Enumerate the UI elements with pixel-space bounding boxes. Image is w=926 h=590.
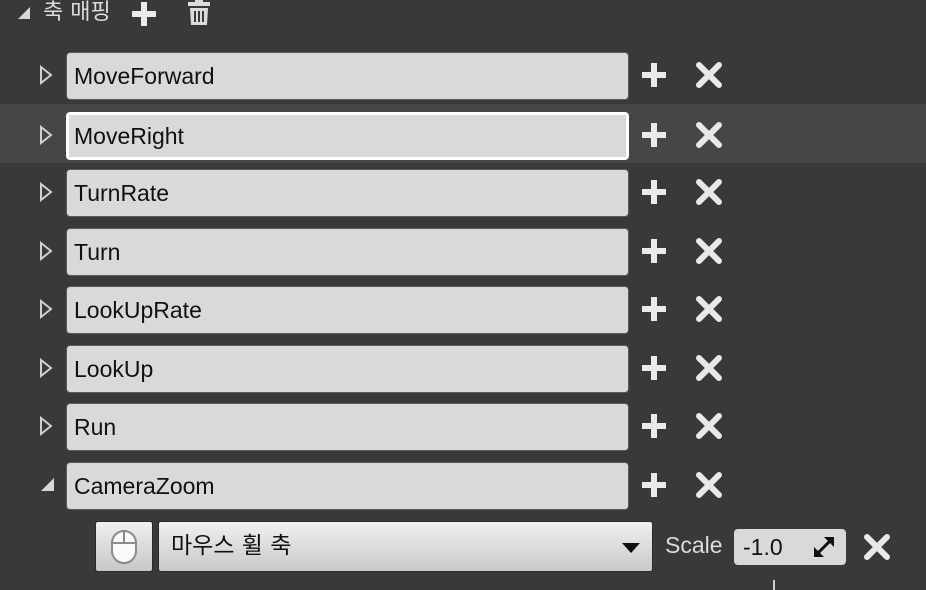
add-key-button[interactable] — [640, 471, 668, 499]
collapsed-triangle-icon[interactable] — [38, 357, 54, 379]
close-icon — [696, 355, 722, 381]
plus-icon — [642, 356, 666, 380]
mapping-name-input[interactable]: LookUpRate — [66, 286, 629, 334]
add-key-button[interactable] — [640, 121, 668, 149]
collapsed-triangle-icon[interactable] — [38, 64, 54, 86]
scale-label: Scale — [665, 532, 723, 558]
mapping-name-input[interactable]: MoveForward — [66, 52, 629, 100]
axis-mapping-row: CameraZoom — [0, 462, 926, 520]
add-key-button[interactable] — [640, 178, 668, 206]
mapping-name-input[interactable]: MoveRight — [66, 112, 629, 160]
remove-mapping-button[interactable] — [696, 355, 722, 381]
section-title: 축 매핑 — [43, 0, 111, 25]
plus-icon — [642, 473, 666, 497]
plus-icon — [642, 63, 666, 87]
collapsed-triangle-icon[interactable] — [38, 415, 54, 437]
plus-icon — [642, 414, 666, 438]
plus-icon — [642, 180, 666, 204]
mapping-name-input[interactable]: Run — [66, 403, 629, 451]
close-icon — [696, 62, 722, 88]
expanded-triangle-icon[interactable] — [38, 475, 54, 495]
axis-mapping-row: Turn — [0, 228, 926, 286]
axis-mapping-row: MoveRight — [0, 104, 926, 163]
axis-mappings-panel: 축 매핑 MoveForward MoveRight TurnRate Turn Loo… — [0, 0, 926, 590]
axis-mapping-row: TurnRate — [0, 169, 926, 227]
collapsed-triangle-icon[interactable] — [38, 240, 54, 262]
remove-key-button[interactable] — [864, 534, 890, 560]
close-icon — [696, 179, 722, 205]
trash-icon — [188, 0, 210, 25]
scale-value: -1.0 — [743, 534, 783, 560]
remove-mapping-button[interactable] — [696, 413, 722, 439]
collapsed-triangle-icon[interactable] — [38, 181, 54, 203]
add-axis-mapping-button[interactable] — [130, 0, 158, 32]
delete-all-button[interactable] — [186, 0, 212, 30]
chevron-down-icon — [622, 543, 640, 553]
add-key-button[interactable] — [640, 295, 668, 323]
remove-mapping-button[interactable] — [696, 296, 722, 322]
mouse-icon — [111, 530, 137, 564]
remove-mapping-button[interactable] — [696, 122, 722, 148]
plus-icon — [642, 123, 666, 147]
add-key-button[interactable] — [640, 354, 668, 382]
key-selector-button[interactable] — [95, 521, 153, 572]
mapping-name-input[interactable]: CameraZoom — [66, 462, 629, 510]
key-dropdown[interactable]: 마우스 휠 축 — [158, 521, 653, 572]
collapsed-triangle-icon[interactable] — [38, 124, 54, 146]
mapping-name-input[interactable]: LookUp — [66, 345, 629, 393]
mapping-name-input[interactable]: Turn — [66, 228, 629, 276]
scale-input[interactable]: -1.0 — [734, 529, 846, 565]
plus-icon — [642, 297, 666, 321]
remove-mapping-button[interactable] — [696, 179, 722, 205]
axis-mapping-row: MoveForward — [0, 52, 926, 110]
plus-icon — [132, 2, 156, 26]
close-icon — [696, 413, 722, 439]
mapping-name-input[interactable]: TurnRate — [66, 169, 629, 217]
axis-mapping-row: LookUp — [0, 345, 926, 403]
close-icon — [696, 238, 722, 264]
key-dropdown-value: 마우스 휠 축 — [171, 533, 292, 559]
key-binding-row: 마우스 휠 축 Scale -1.0 — [0, 519, 926, 579]
collapsed-triangle-icon[interactable] — [38, 298, 54, 320]
plus-icon — [642, 239, 666, 263]
remove-mapping-button[interactable] — [696, 472, 722, 498]
axis-mapping-row: Run — [0, 403, 926, 461]
add-key-button[interactable] — [640, 61, 668, 89]
close-icon — [696, 472, 722, 498]
remove-mapping-button[interactable] — [696, 238, 722, 264]
close-icon — [696, 122, 722, 148]
axis-mapping-row: LookUpRate — [0, 286, 926, 344]
add-key-button[interactable] — [640, 412, 668, 440]
remove-mapping-button[interactable] — [696, 62, 722, 88]
spin-resize-icon — [814, 537, 834, 557]
collapse-triangle-icon[interactable] — [16, 5, 32, 25]
axis-mappings-header: 축 매핑 — [0, 0, 926, 28]
close-icon — [864, 534, 890, 560]
add-key-button[interactable] — [640, 237, 668, 265]
divider-tick — [773, 580, 775, 590]
close-icon — [696, 296, 722, 322]
